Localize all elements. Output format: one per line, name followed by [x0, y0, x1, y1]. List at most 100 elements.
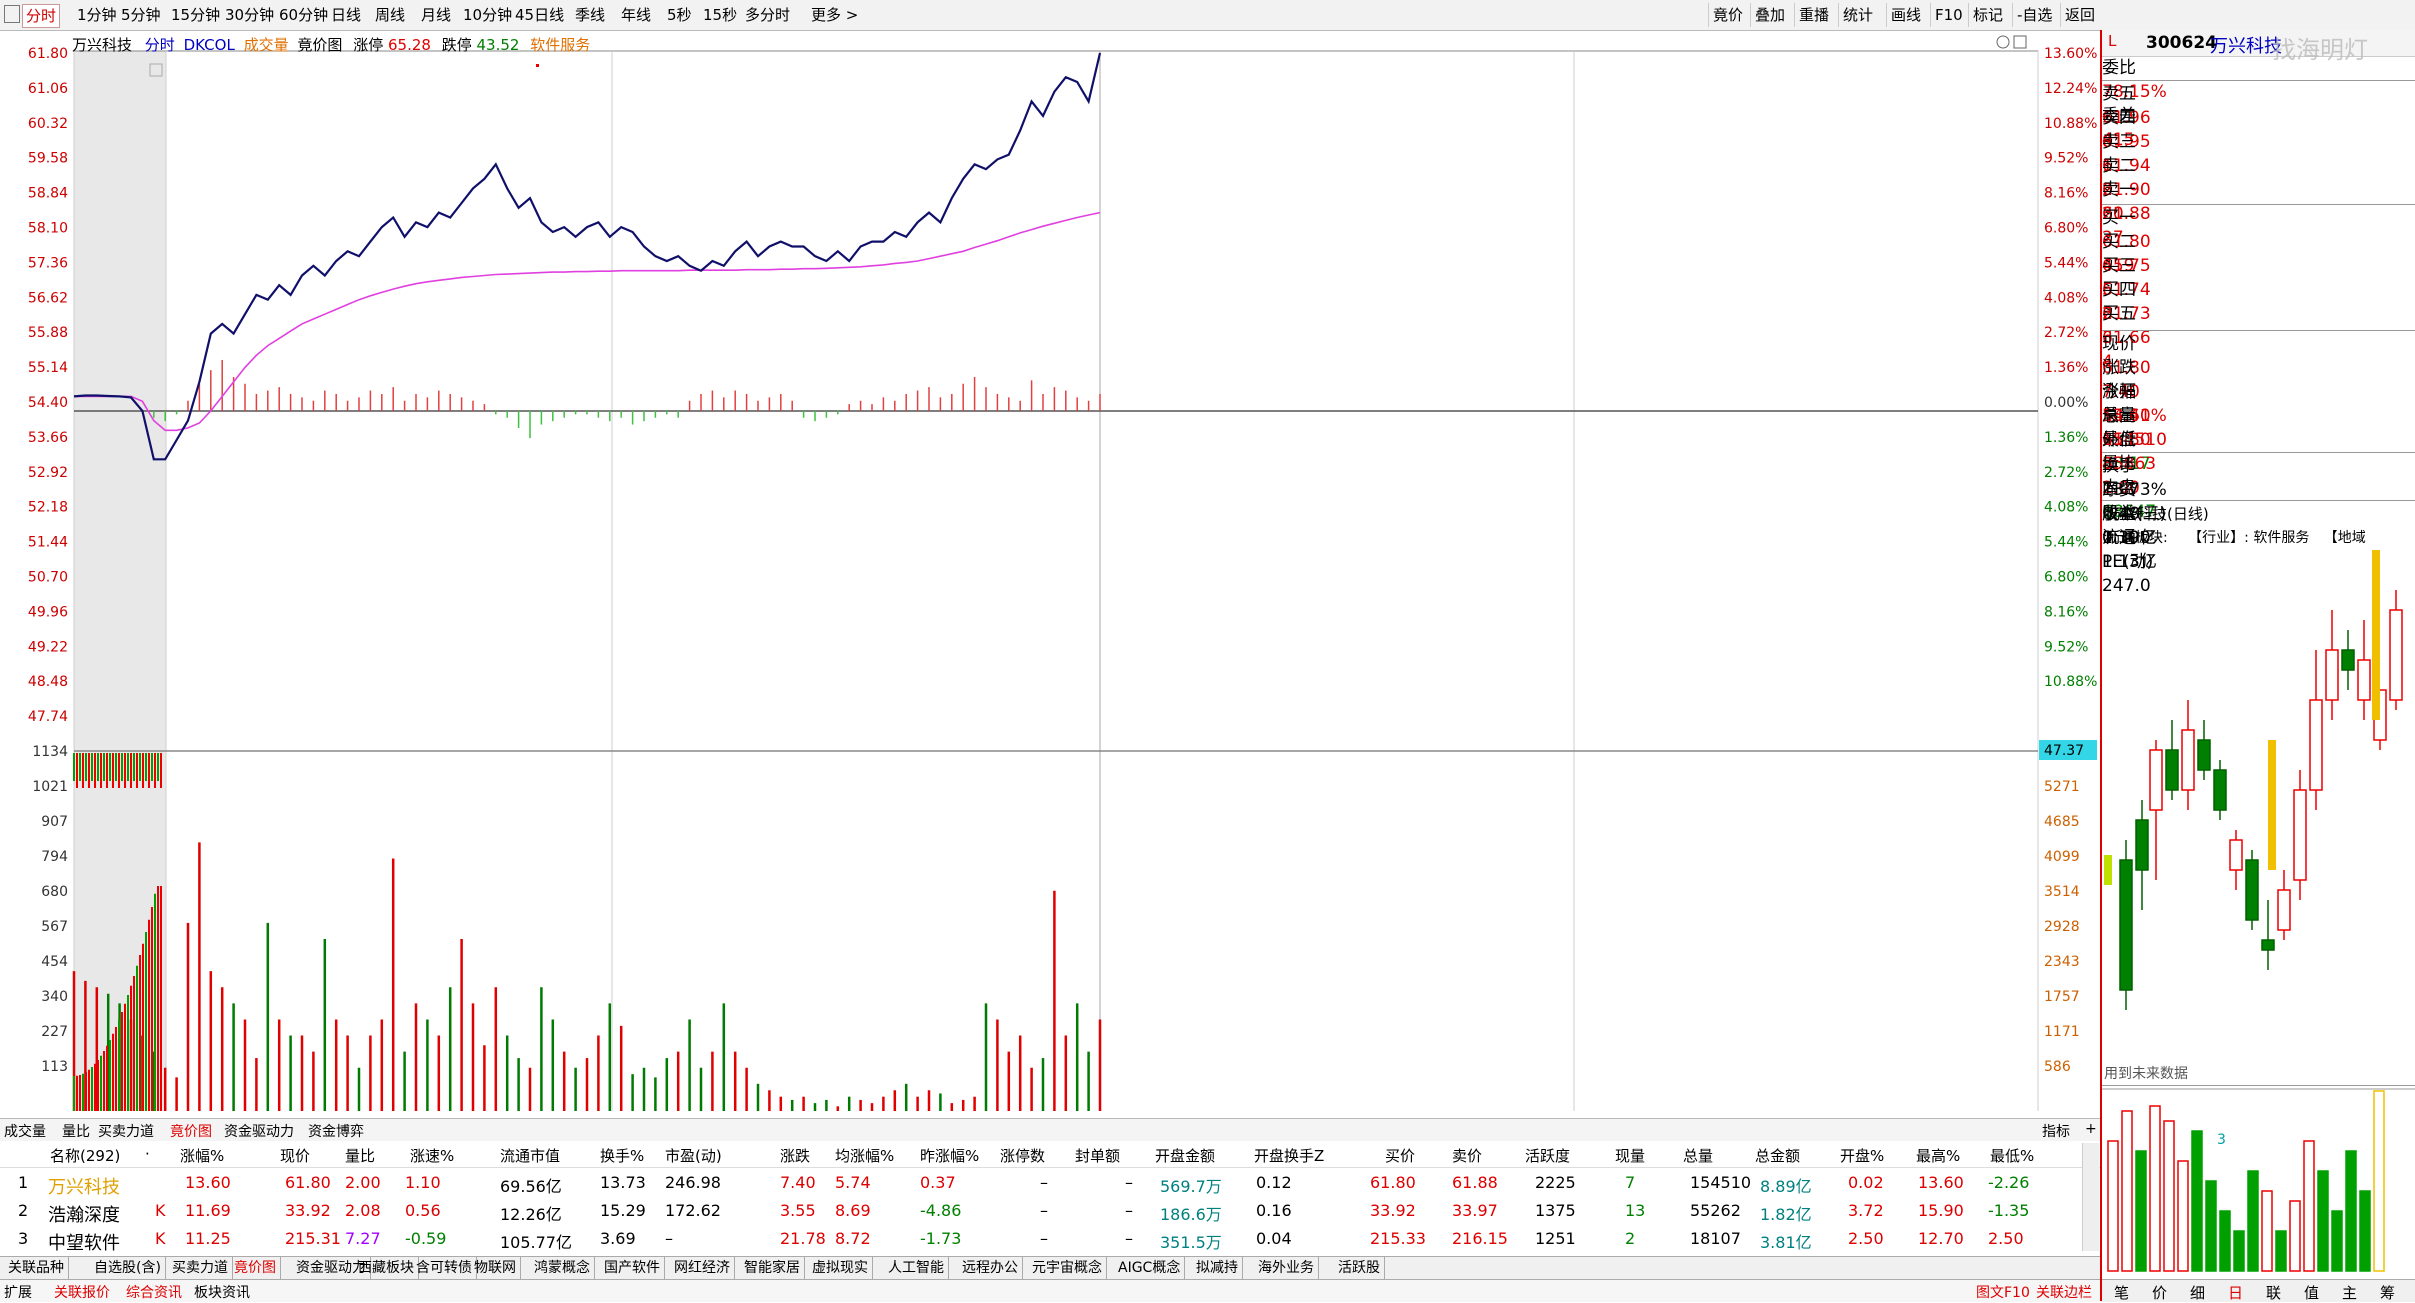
period-tab-4[interactable]: 30分钟 — [222, 4, 277, 26]
table-header-17[interactable]: 卖价 — [1452, 1145, 1482, 1166]
table-header-14[interactable]: 开盘金额 — [1155, 1145, 1215, 1166]
period-tab-12[interactable]: 年线 — [618, 4, 654, 26]
toolbar-button-3[interactable]: 统计 — [1838, 3, 1877, 27]
chart-item-fenshi[interactable]: 分时 — [145, 36, 175, 54]
table-header-19[interactable]: 现量 — [1615, 1145, 1645, 1166]
indicator-tab-1[interactable]: 量比 — [62, 1121, 90, 1141]
toolbar-button-0[interactable]: 竟价 — [1708, 3, 1747, 27]
sector-tab-1[interactable]: 自选股(含) — [90, 1257, 166, 1279]
table-header-12[interactable]: 涨停数 — [1000, 1145, 1045, 1166]
toolbar-button-6[interactable]: 标记 — [1968, 3, 2007, 27]
sector-tab-12[interactable]: 虚拟现实 — [808, 1257, 873, 1279]
status-right-1[interactable]: 关联边栏 — [2036, 1282, 2092, 1302]
table-row[interactable]: 3 中望软件 K 11.25 215.31 7.27 -0.59 105.77亿 3.69–21… — [0, 1227, 2080, 1255]
toolbar-button-5[interactable]: F10 — [1930, 3, 1967, 27]
table-header-20[interactable]: 总量 — [1683, 1145, 1713, 1166]
panel-tab-7[interactable]: 筹 — [2380, 1282, 2395, 1303]
panel-tab-1[interactable]: 价 — [2152, 1282, 2167, 1303]
daily-kline-chart[interactable] — [2102, 550, 2415, 1110]
chart-item-dkcol[interactable]: DKCOL — [184, 36, 235, 54]
sector-tab-5[interactable]: 西藏板块 — [354, 1257, 419, 1279]
toolbar-button-2[interactable]: 重播 — [1794, 3, 1833, 27]
period-tab-5[interactable]: 60分钟 — [276, 4, 331, 26]
toolbar-button-7[interactable]: -自选 — [2012, 3, 2056, 27]
table-header-24[interactable]: 最低% — [1990, 1145, 2034, 1166]
toolbar-button-4[interactable]: 画线 — [1886, 3, 1925, 27]
table-row[interactable]: 1 万兴科技 13.60 61.80 2.00 1.10 69.56亿 13.73 246.98… — [0, 1171, 2080, 1199]
indicator-tab-2[interactable]: 买卖力道 — [98, 1121, 154, 1141]
sector-tab-18[interactable]: 海外业务 — [1254, 1257, 1319, 1279]
sector-info-value[interactable]: 【行业】: 软件服务 — [2188, 530, 2309, 546]
sector-tab-6[interactable]: 含可转债 — [412, 1257, 477, 1279]
table-header-9[interactable]: 涨跌 — [780, 1145, 810, 1166]
indicator-right-0[interactable]: 指标 — [2042, 1121, 2070, 1141]
table-header-15[interactable]: 开盘换手Z — [1254, 1145, 1324, 1166]
table-header-22[interactable]: 开盘% — [1840, 1145, 1884, 1166]
indicator-tab-0[interactable]: 成交量 — [4, 1121, 46, 1141]
table-header-13[interactable]: 封单额 — [1075, 1145, 1120, 1166]
period-tab-2[interactable]: 5分钟 — [118, 4, 164, 26]
sector-tab-19[interactable]: 活跃股 — [1334, 1257, 1385, 1279]
table-header-11[interactable]: 昨涨幅% — [920, 1145, 979, 1166]
panel-tab-3[interactable]: 日 — [2228, 1282, 2243, 1303]
table-cell-1[interactable]: 万兴科技 — [48, 1173, 120, 1199]
period-tab-7[interactable]: 周线 — [372, 4, 408, 26]
panel-tab-6[interactable]: 主 — [2342, 1282, 2357, 1303]
sector-tab-15[interactable]: 元宇宙概念 — [1028, 1257, 1107, 1279]
sector-tab-9[interactable]: 国产软件 — [600, 1257, 665, 1279]
indicator-tab-3[interactable]: 竟价图 — [170, 1121, 212, 1141]
indicator-right-1[interactable]: + — [2085, 1121, 2097, 1137]
sector-tab-0[interactable]: 关联品种 — [4, 1257, 69, 1279]
period-tab-14[interactable]: 15秒 — [700, 4, 740, 26]
table-header-18[interactable]: 活跃度 — [1525, 1145, 1570, 1166]
panel-l-icon[interactable]: L — [2108, 32, 2116, 50]
table-header-5[interactable]: 涨速% — [410, 1145, 454, 1166]
sector-tab-2[interactable]: 买卖力道 — [168, 1257, 233, 1279]
period-tab-11[interactable]: 季线 — [572, 4, 608, 26]
toolbar-button-1[interactable]: 叠加 — [1750, 3, 1789, 27]
chart-close-icon[interactable] — [2013, 35, 2027, 49]
period-tab-13[interactable]: 5秒 — [664, 4, 695, 26]
table-row[interactable]: 2 浩瀚深度 K 11.69 33.92 2.08 0.56 12.26亿 15.29 172.6… — [0, 1199, 2080, 1227]
sector-tab-13[interactable]: 人工智能 — [884, 1257, 949, 1279]
sector-tab-14[interactable]: 远程办公 — [958, 1257, 1023, 1279]
period-tab-15[interactable]: 多分时 — [742, 4, 793, 26]
table-header-3[interactable]: 现价 — [280, 1145, 310, 1166]
sector-tab-3[interactable]: 竟价图 — [230, 1257, 281, 1279]
sector-tab-16[interactable]: AIGC概念 — [1114, 1257, 1186, 1279]
chart-item-volume[interactable]: 成交量 — [244, 36, 289, 54]
table-cell-1[interactable]: 中望软件 — [48, 1229, 120, 1255]
table-header-21[interactable]: 总金额 — [1755, 1145, 1800, 1166]
toolbar-button-8[interactable]: 返回 — [2060, 3, 2099, 27]
table-header-0[interactable]: 名称(292) — [50, 1145, 120, 1166]
table-header-4[interactable]: 量比 — [345, 1145, 375, 1166]
chart-item-auction[interactable]: 竟价图 — [297, 36, 342, 54]
chart-settings-icon[interactable] — [1996, 35, 2010, 49]
panel-tab-4[interactable]: 联 — [2266, 1282, 2281, 1303]
table-header-7[interactable]: 换手% — [600, 1145, 644, 1166]
table-header-23[interactable]: 最高% — [1916, 1145, 1960, 1166]
table-header-10[interactable]: 均涨幅% — [835, 1145, 894, 1166]
table-cell-1[interactable]: 浩瀚深度 — [48, 1201, 120, 1227]
indicator-tab-4[interactable]: 资金驱动力 — [224, 1121, 294, 1141]
table-header-16[interactable]: 买价 — [1385, 1145, 1415, 1166]
status-left-2[interactable]: 综合资讯 — [126, 1282, 182, 1302]
indicator-tab-5[interactable]: 资金博弈 — [308, 1121, 364, 1141]
panel-tab-5[interactable]: 值 — [2304, 1282, 2319, 1303]
sector-info-extra[interactable]: 【地域 — [2324, 530, 2366, 546]
table-header-8[interactable]: 市盈(动) — [665, 1145, 722, 1166]
period-tab-3[interactable]: 15分钟 — [168, 4, 223, 26]
table-header-1[interactable]: · — [145, 1145, 150, 1163]
status-right-0[interactable]: 图文F10 — [1976, 1282, 2030, 1302]
sector-tab-7[interactable]: 物联网 — [470, 1257, 521, 1279]
period-tab-9[interactable]: 10分钟 — [460, 4, 515, 26]
period-tab-0[interactable]: 分时 — [22, 4, 61, 28]
period-tab-6[interactable]: 日线 — [328, 4, 364, 26]
table-header-6[interactable]: 流通市值 — [500, 1145, 560, 1166]
menu-icon[interactable] — [4, 5, 20, 23]
period-tab-10[interactable]: 45日线 — [512, 4, 567, 26]
status-left-1[interactable]: 关联报价 — [54, 1282, 110, 1302]
sector-tab-17[interactable]: 拟减持 — [1192, 1257, 1243, 1279]
period-tab-1[interactable]: 1分钟 — [74, 4, 120, 26]
panel-tab-0[interactable]: 笔 — [2114, 1282, 2129, 1303]
